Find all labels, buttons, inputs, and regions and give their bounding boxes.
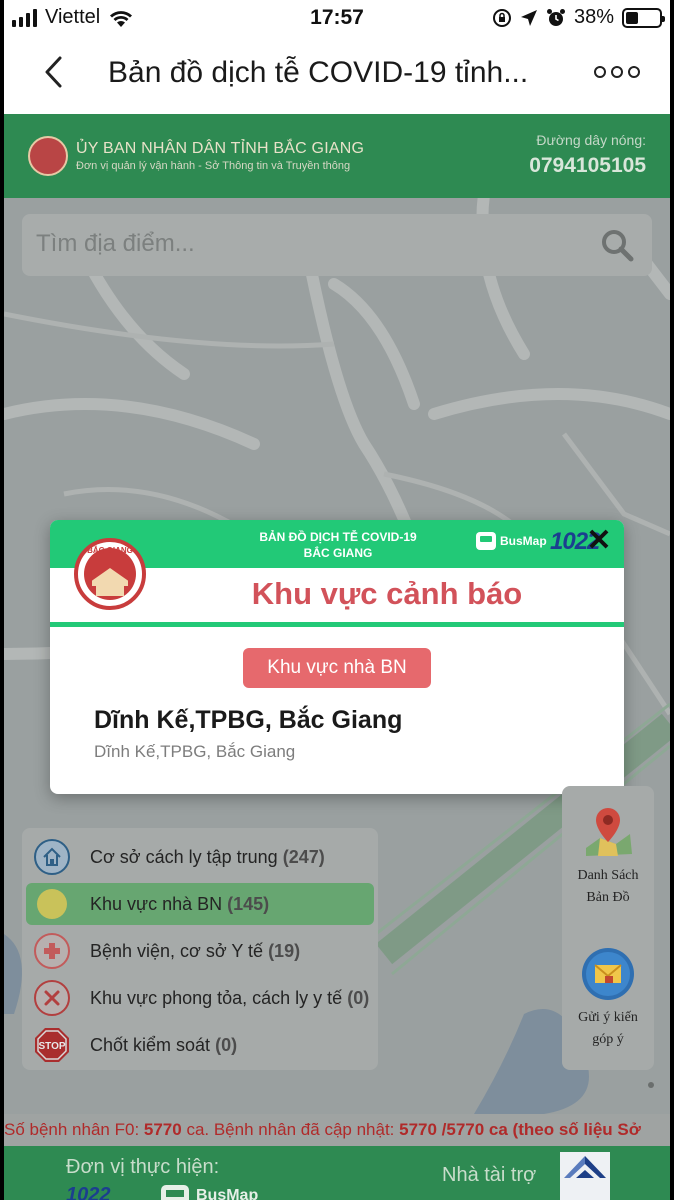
footer: Đơn vị thực hiện: 1022 BusMap Nhà tài tr…: [4, 1146, 670, 1200]
scroll-indicator: [648, 1082, 654, 1088]
legend-item-hospital[interactable]: Bệnh viện, cơ sở Y tế (19): [26, 930, 374, 972]
legend-item-lockdown[interactable]: Khu vực phong tỏa, cách ly y tế (0): [26, 977, 374, 1019]
battery-percent: 38%: [573, 6, 614, 28]
stats-ticker: Số bệnh nhân F0: 5770 ca. Bệnh nhân đã c…: [4, 1114, 670, 1146]
feedback-button[interactable]: Gửi ý kiến góp ý: [562, 946, 654, 1051]
legend-count: (19): [268, 940, 301, 961]
more-icon[interactable]: [594, 66, 640, 78]
stop-sign-icon: STOP: [34, 1027, 70, 1063]
sponsor-logo: [560, 1152, 610, 1200]
page-title: Bản đồ dịch tễ COVID-19 tỉnh...: [108, 56, 529, 89]
stop-sign-text: STOP: [38, 1041, 65, 1052]
legend-label: Cơ sở cách ly tập trung: [90, 846, 278, 867]
hotline-number[interactable]: 0794105105: [529, 154, 646, 178]
close-icon[interactable]: ✕: [584, 526, 614, 556]
feedback-label: Gửi ý kiến góp ý: [578, 1010, 638, 1047]
search-icon[interactable]: [600, 228, 634, 262]
x-circle-icon: [34, 980, 70, 1016]
battery-icon: [622, 7, 665, 28]
medical-cross-icon: [34, 933, 70, 969]
implementer-label: Đơn vị thực hiện:: [66, 1156, 220, 1178]
logo-1022: 1022: [66, 1184, 111, 1200]
ticker-updated-count: 5770 /5770: [399, 1120, 485, 1139]
legend-label: Khu vực nhà BN: [90, 893, 223, 914]
org-subtitle: Đơn vị quản lý vận hành - Sở Thông tin v…: [76, 160, 351, 172]
map-list-label: Danh Sách Bản Đồ: [577, 868, 639, 905]
legend-label: Bệnh viện, cơ sở Y tế: [90, 940, 264, 961]
province-logo: [28, 136, 68, 176]
legend-label: Chốt kiểm soát: [90, 1034, 211, 1055]
legend-item-patient-home[interactable]: Khu vực nhà BN (145): [26, 883, 374, 925]
bus-icon: [476, 532, 496, 550]
hotline-label: Đường dây nóng:: [536, 132, 646, 148]
mail-icon: [582, 948, 634, 1000]
legend-count: (0): [215, 1034, 238, 1055]
legend-count: (247): [282, 846, 325, 867]
chevron-left-icon[interactable]: [42, 54, 66, 98]
warning-area-popup: BẢN ĐỒ DỊCH TỄ COVID-19 BẮC GIANG BusMap…: [50, 520, 624, 794]
popup-header-subtitle: BẮC GIANG: [303, 546, 373, 560]
map-list-button[interactable]: Danh Sách Bản Đồ: [562, 804, 654, 909]
ticker-f0-count: 5770: [143, 1120, 182, 1139]
province-header: ỦY BAN NHÂN DÂN TỈNH BẮC GIANG Đơn vị qu…: [4, 114, 670, 198]
side-panel: Danh Sách Bản Đồ Gửi ý kiến góp ý: [562, 786, 654, 1070]
navigation-bar: Bản đồ dịch tễ COVID-19 tỉnh...: [4, 38, 670, 114]
org-name: ỦY BAN NHÂN DÂN TỈNH BẮC GIANG: [76, 140, 365, 157]
sponsor-label: Nhà tài trợ: [442, 1164, 537, 1186]
place-address: Dĩnh Kế,TPBG, Bắc Giang: [94, 742, 296, 761]
bus-icon: [161, 1185, 189, 1200]
ticker-f0-label: Số bệnh nhân F0:: [4, 1120, 144, 1139]
legend-count: (0): [347, 987, 370, 1008]
map-legend: Cơ sở cách ly tập trung (247) Khu vực nh…: [22, 828, 378, 1070]
legend-item-checkpoint[interactable]: STOP Chốt kiểm soát (0): [26, 1024, 374, 1066]
busmap-logo: BusMap: [476, 532, 547, 550]
busmap-logo: BusMap: [160, 1184, 258, 1200]
rotation-lock-icon: [492, 8, 511, 27]
legend-label: Khu vực phong tỏa, cách ly y tế: [90, 987, 343, 1008]
place-name: Dĩnh Kế,TPBG, Bắc Giang: [94, 706, 403, 734]
search-input[interactable]: [36, 230, 576, 258]
alarm-icon: [546, 8, 565, 26]
seal-label: BẮC GIANG: [87, 546, 133, 555]
legend-count: (145): [227, 893, 270, 914]
popup-header-title: BẢN ĐỒ DỊCH TỄ COVID-19: [259, 530, 417, 544]
yellow-dot-icon: [37, 889, 67, 919]
location-icon: [520, 9, 537, 26]
ticker-source: ca (theo số liệu Sở: [484, 1120, 641, 1139]
ticker-updated-label: ca. Bệnh nhân đã cập nhật:: [181, 1120, 400, 1139]
map-pin-icon: [586, 808, 632, 856]
legend-item-quarantine[interactable]: Cơ sở cách ly tập trung (247): [26, 836, 374, 878]
house-icon: [34, 839, 70, 875]
popup-title: Khu vực cảnh báo: [251, 576, 523, 611]
category-badge: Khu vực nhà BN: [243, 648, 431, 688]
status-bar: Viettel 17:57 38%: [4, 0, 670, 38]
phone-screen: Viettel 17:57 38% Bản đồ dịch tễ COVID-1…: [4, 0, 670, 1200]
search-bar: [22, 214, 652, 276]
divider: [50, 622, 624, 627]
